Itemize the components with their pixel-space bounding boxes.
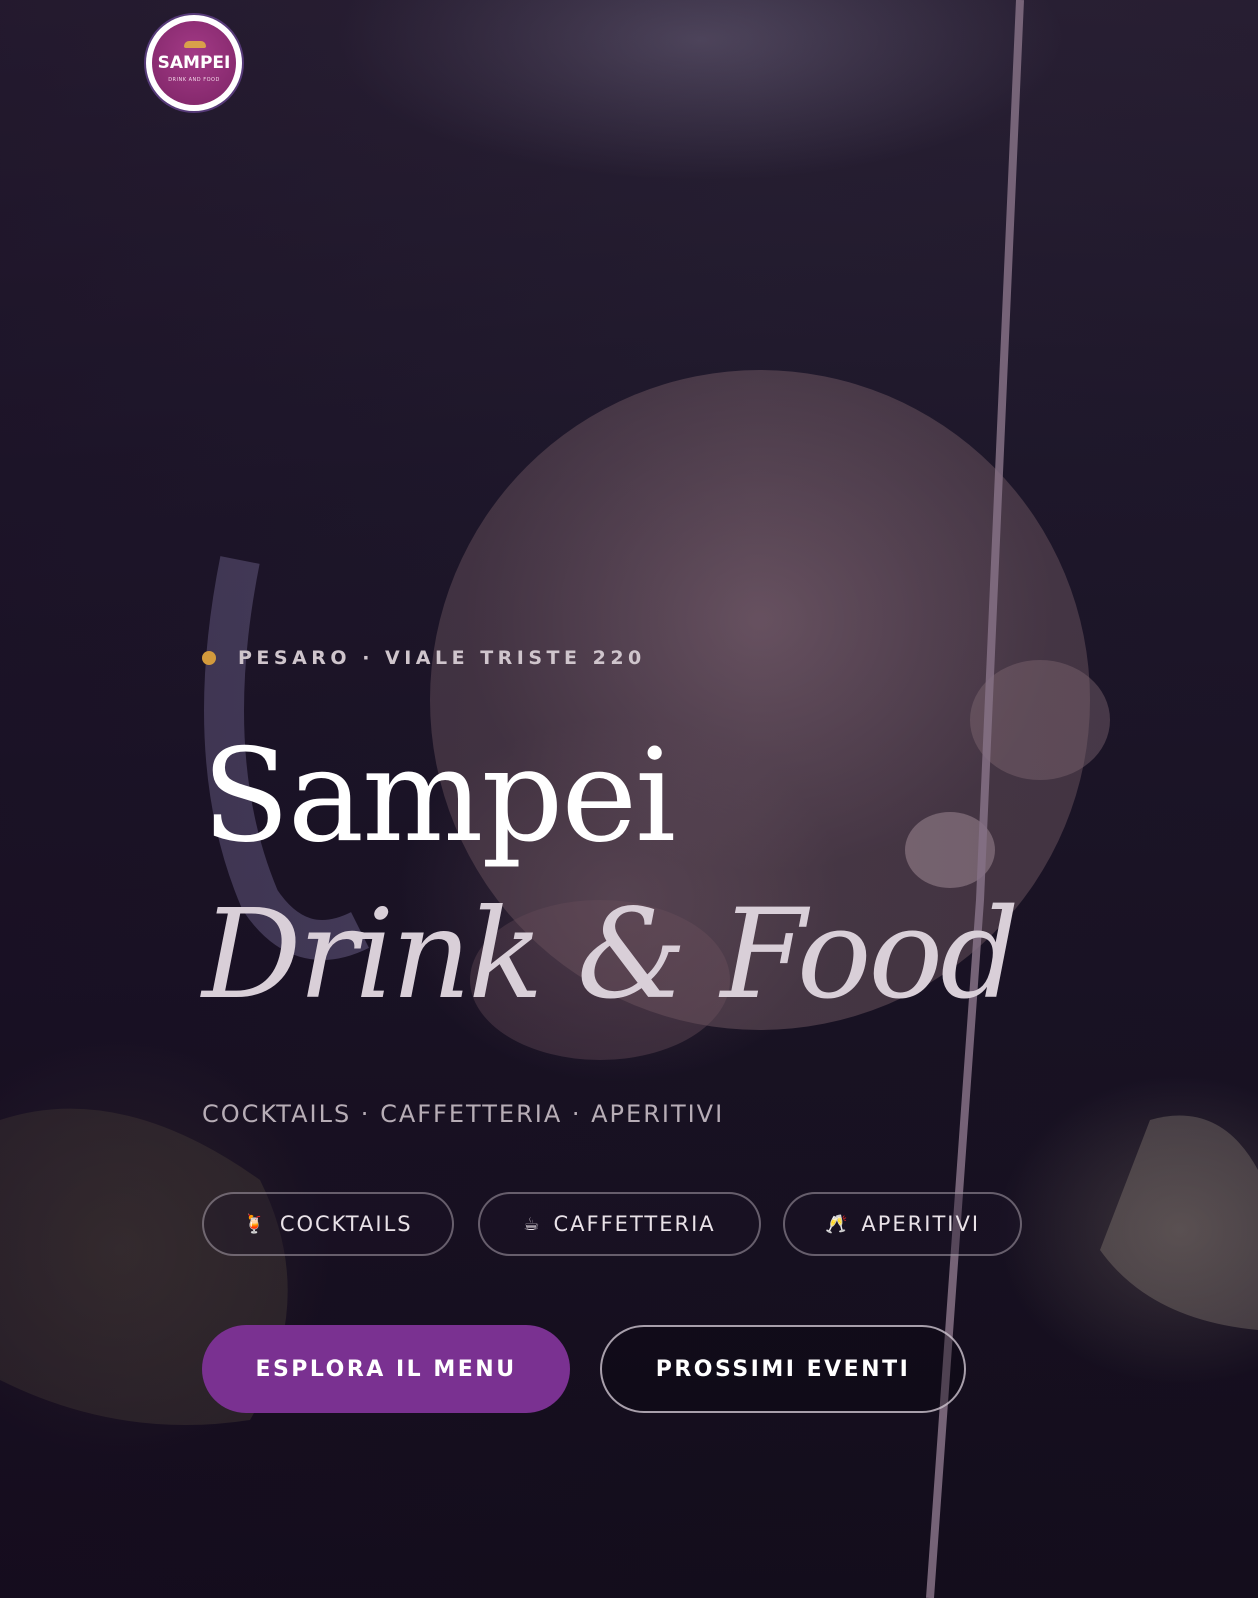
hero-title: Sampei: [202, 722, 676, 871]
explore-menu-button[interactable]: ESPLORA IL MENU: [202, 1325, 570, 1413]
chip-label: CAFFETTERIA: [553, 1212, 716, 1236]
hero-subtitle: Drink & Food: [202, 883, 1020, 1027]
chip-label: APERITIVI: [861, 1212, 981, 1236]
coffee-icon: ☕: [523, 1213, 542, 1235]
location-line: PESARO · VIALE TRISTE 220: [202, 646, 646, 670]
logo-name: SAMPEI: [157, 53, 231, 73]
hero-tagline: COCKTAILS · CAFFETTERIA · APERITIVI: [202, 1100, 725, 1128]
hat-icon: [184, 41, 206, 48]
sampei-logo[interactable]: SAMPEI DRINK AND FOOD: [146, 15, 242, 111]
location-dot-icon: [202, 651, 216, 665]
chip-cocktails[interactable]: 🍹 COCKTAILS: [202, 1192, 454, 1256]
logo-badge: SAMPEI DRINK AND FOOD: [152, 21, 236, 105]
chip-label: COCKTAILS: [279, 1212, 413, 1236]
location-text: PESARO · VIALE TRISTE 220: [238, 647, 646, 669]
upcoming-events-button[interactable]: PROSSIMI EVENTI: [600, 1325, 966, 1413]
chip-caffetteria[interactable]: ☕ CAFFETTERIA: [478, 1192, 761, 1256]
chip-aperitivi[interactable]: 🥂 APERITIVI: [783, 1192, 1022, 1256]
logo-subtitle: DRINK AND FOOD: [168, 77, 220, 83]
cocktail-icon: 🍹: [243, 1213, 268, 1235]
champagne-icon: 🥂: [824, 1213, 850, 1235]
